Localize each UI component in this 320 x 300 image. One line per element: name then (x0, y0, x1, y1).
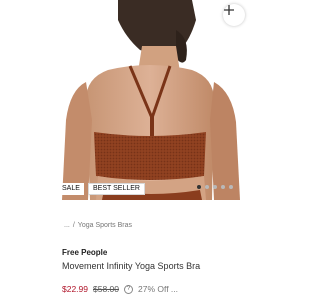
carousel-dot[interactable] (213, 185, 217, 189)
carousel-dot[interactable] (205, 185, 209, 189)
carousel-dot[interactable] (229, 185, 233, 189)
best-seller-badge: BEST SELLER (88, 183, 145, 195)
add-to-list-button[interactable] (223, 4, 245, 26)
carousel-dot[interactable] (221, 185, 225, 189)
product-title: Movement Infinity Yoga Sports Bra (62, 261, 201, 271)
price-row: $22.99 $58.00 ? 27% Off ... (62, 284, 178, 294)
info-icon[interactable]: ? (124, 284, 133, 294)
product-brand[interactable]: Free People (62, 248, 107, 257)
sale-badge: SALE (58, 183, 84, 195)
carousel-indicator (197, 185, 233, 189)
original-price: $58.00 (93, 284, 119, 294)
breadcrumb-current[interactable]: Yoga Sports Bras (78, 222, 132, 229)
product-image[interactable]: SALE BEST SELLER (0, 0, 300, 200)
model-back-illustration (62, 0, 240, 200)
sale-price: $22.99 (62, 284, 88, 294)
carousel-dot[interactable] (197, 185, 201, 189)
plus-icon (224, 5, 234, 15)
breadcrumb-ellipsis[interactable]: ... (64, 222, 70, 229)
breadcrumb-separator: / (72, 222, 75, 229)
breadcrumb: ... / Yoga Sports Bras (64, 222, 132, 229)
discount-label: 27% Off ... (138, 284, 179, 294)
